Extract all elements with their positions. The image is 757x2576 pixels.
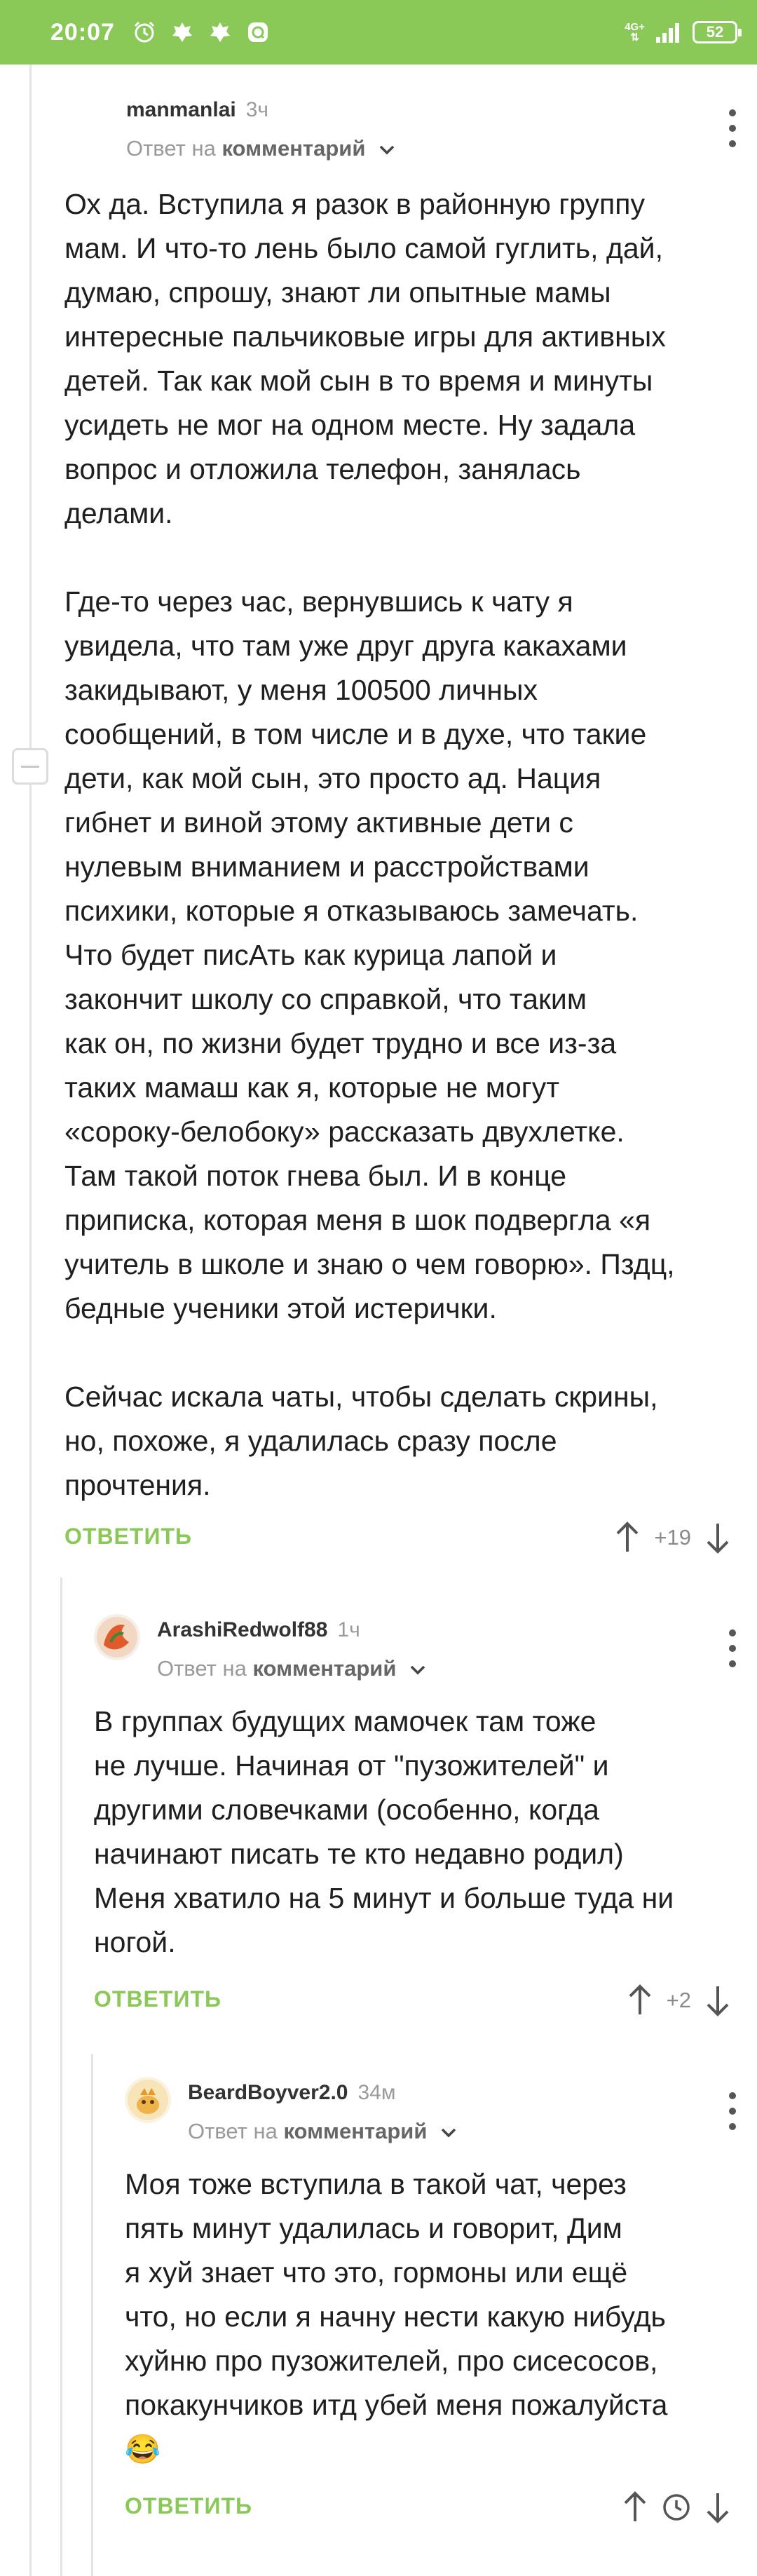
reply-button[interactable]: ОТВЕТИТЬ: [94, 1986, 221, 2012]
alarm-icon: [132, 20, 157, 45]
status-bar: 20:07 4G+ ⇅ 52: [0, 0, 757, 65]
comment-text: В группах будущих мамочек там тоже не лу…: [94, 1705, 674, 1958]
reply-button[interactable]: ОТВЕТИТЬ: [125, 2493, 252, 2519]
comment-header: manmanlai 3ч Ответ на комментарий: [64, 81, 743, 161]
rating-count: +19: [654, 1525, 691, 1550]
comment-author[interactable]: BeardBoyver2.0 34м: [188, 2081, 395, 2105]
network-activity: ⇅: [630, 32, 639, 43]
comment-text: Моя тоже вступила в такой чат, через пят…: [125, 2162, 743, 2472]
reply-target-link[interactable]: комментарий: [221, 136, 365, 161]
comment-actions: ОТВЕТИТЬ +2: [94, 1979, 732, 2021]
author-name[interactable]: ArashiRedwolf88: [157, 1618, 327, 1641]
avatar[interactable]: [125, 2077, 171, 2123]
status-time: 20:07: [50, 18, 115, 46]
chevron-down-icon[interactable]: [378, 144, 395, 156]
comment-header: ArashiRedwolf88 1ч Ответ на комментарий: [94, 1601, 743, 1681]
battery-level: 52: [706, 23, 724, 41]
thread-line[interactable]: [60, 1578, 62, 2576]
avatar[interactable]: [94, 1614, 140, 1660]
upvote-icon[interactable]: [626, 1984, 654, 2017]
battery-icon: 52: [693, 21, 742, 43]
downvote-icon[interactable]: [704, 1984, 732, 2017]
downvote-icon[interactable]: [704, 2490, 732, 2524]
network-indicator: 4G+ ⇅: [625, 22, 645, 43]
reply-to[interactable]: Ответ на комментарий: [188, 2119, 457, 2144]
collapse-icon[interactable]: [12, 748, 48, 785]
reply-prefix: Ответ на: [126, 136, 216, 161]
author-name[interactable]: BeardBoyver2.0: [188, 2081, 348, 2104]
thread-line[interactable]: [91, 2054, 93, 2576]
reply-to[interactable]: Ответ на комментарий: [157, 1656, 426, 1681]
more-icon[interactable]: [722, 104, 743, 153]
chevron-down-icon[interactable]: [409, 1665, 426, 1676]
comment: BeardBoyver2.0 34м Ответ на комментарий М…: [125, 2064, 743, 2472]
reply-target-link[interactable]: комментарий: [252, 1656, 396, 1681]
network-type: 4G+: [625, 21, 645, 33]
comment-actions: ОТВЕТИТЬ +19: [64, 1517, 732, 1559]
comment: ArashiRedwolf88 1ч Ответ на комментарий В…: [94, 1601, 743, 1965]
comment-actions: ОТВЕТИТЬ: [125, 2486, 732, 2528]
comment-header: BeardBoyver2.0 34м Ответ на комментарий: [125, 2064, 743, 2143]
upvote-icon[interactable]: [613, 1521, 641, 1554]
clock-icon: [662, 2493, 691, 2522]
more-icon[interactable]: [722, 1624, 743, 1673]
comment-author[interactable]: manmanlai 3ч: [126, 98, 268, 122]
comment-time: 1ч: [337, 1618, 360, 1641]
chevron-down-icon[interactable]: [440, 2127, 457, 2138]
rating-count: +2: [666, 1988, 691, 2012]
thread-line[interactable]: [29, 65, 32, 2576]
emblem-icon: [170, 20, 195, 45]
comment-time: 3ч: [245, 98, 269, 121]
upvote-icon[interactable]: [621, 2490, 649, 2524]
comment-text: Ох да. Вступила я разок в районную групп…: [64, 188, 675, 1501]
emblem-icon: [207, 20, 233, 45]
comment: manmanlai 3ч Ответ на комментарий Ох да. …: [64, 81, 743, 1507]
comment-author[interactable]: ArashiRedwolf88 1ч: [157, 1618, 360, 1642]
reply-button[interactable]: ОТВЕТИТЬ: [64, 1524, 192, 1550]
downvote-icon[interactable]: [704, 1521, 732, 1554]
comment-time: 34м: [357, 2081, 396, 2104]
laughing-emoji: 😂: [125, 2433, 161, 2465]
reply-prefix: Ответ на: [188, 2119, 278, 2143]
author-name[interactable]: manmanlai: [126, 98, 236, 121]
comment-text-body: Моя тоже вступила в такой чат, через пят…: [125, 2168, 668, 2421]
reply-to[interactable]: Ответ на комментарий: [126, 136, 395, 161]
more-icon[interactable]: [722, 2087, 743, 2136]
chat-app-icon: [245, 20, 271, 45]
reply-target-link[interactable]: комментарий: [283, 2119, 427, 2143]
signal-icon: [655, 20, 683, 44]
reply-prefix: Ответ на: [157, 1656, 247, 1681]
